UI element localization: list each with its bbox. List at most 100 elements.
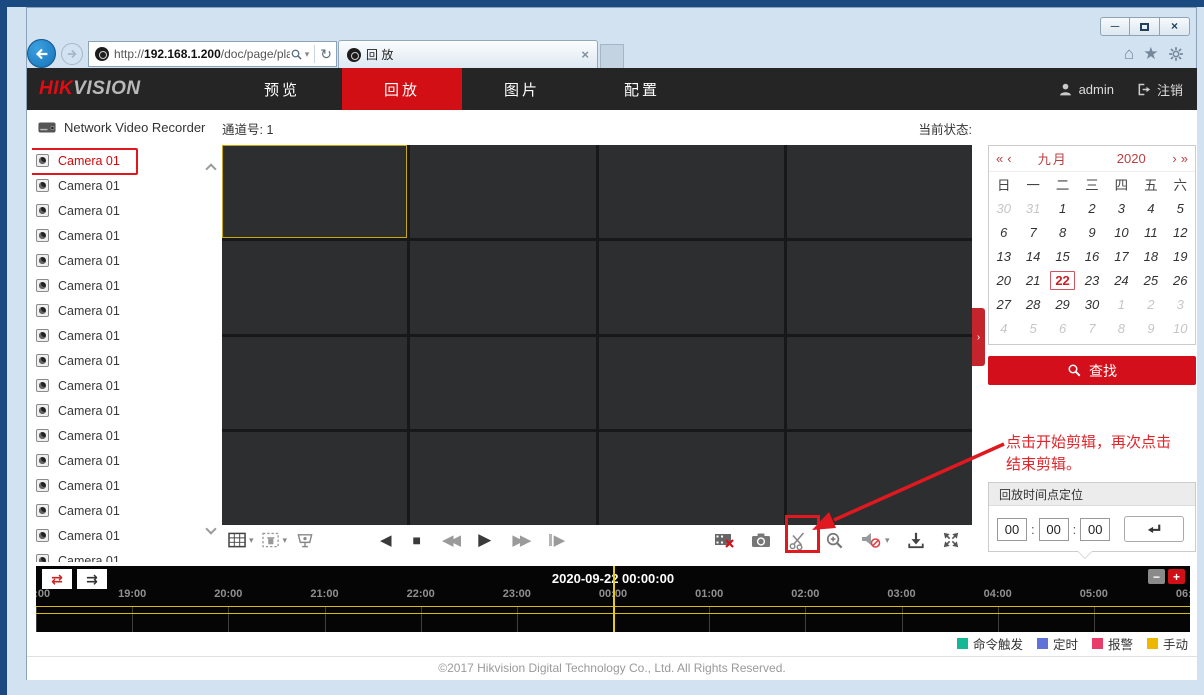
video-cell[interactable]: [599, 432, 784, 525]
calendar-day[interactable]: 11: [1136, 220, 1165, 244]
video-cell[interactable]: [787, 241, 972, 334]
forward-button[interactable]: [61, 43, 83, 65]
current-user[interactable]: admin: [1058, 82, 1114, 97]
calendar-day[interactable]: 28: [1018, 292, 1047, 316]
clip-scissors-button[interactable]: [788, 530, 808, 550]
frame-step-button[interactable]: ▶: [549, 531, 566, 549]
calendar-day[interactable]: 30: [1077, 292, 1106, 316]
nav-tab[interactable]: 图片: [462, 68, 582, 110]
browser-tab[interactable]: 回 放 ×: [338, 40, 598, 68]
video-cell[interactable]: [787, 337, 972, 430]
calendar-day[interactable]: 30: [989, 196, 1018, 220]
fisheye-button[interactable]: [295, 532, 315, 549]
tab-close-icon[interactable]: ×: [581, 47, 589, 62]
hour-input[interactable]: [997, 518, 1027, 541]
minute-input[interactable]: [1039, 518, 1069, 541]
calendar-day[interactable]: 2: [1136, 292, 1165, 316]
search-button[interactable]: 查找: [988, 356, 1196, 385]
camera-list-item[interactable]: Camera 01: [32, 248, 124, 273]
go-to-time-button[interactable]: [1124, 516, 1184, 542]
reverse-play-button[interactable]: ◀: [380, 531, 392, 549]
calendar-day[interactable]: 3: [1166, 292, 1195, 316]
camera-list-item[interactable]: Camera 01: [32, 398, 124, 423]
calendar-day[interactable]: 2: [1077, 196, 1106, 220]
video-cell[interactable]: [599, 241, 784, 334]
calendar-day[interactable]: 16: [1077, 244, 1106, 268]
minimize-button[interactable]: ─: [1100, 17, 1130, 36]
favorites-star-icon[interactable]: ★: [1143, 44, 1158, 64]
second-input[interactable]: [1080, 518, 1110, 541]
calendar-day[interactable]: 6: [989, 220, 1018, 244]
camera-list-item[interactable]: Camera 01: [32, 198, 124, 223]
camera-list-scroll-up[interactable]: [205, 160, 219, 174]
calendar-day[interactable]: 19: [1166, 244, 1195, 268]
prev-month-button[interactable]: ‹: [1007, 151, 1011, 166]
calendar-day[interactable]: 1: [1107, 292, 1136, 316]
camera-list-scroll-down[interactable]: [205, 524, 219, 538]
calendar-day[interactable]: 1: [1048, 196, 1077, 220]
capture-button[interactable]: [751, 532, 771, 548]
camera-list-item[interactable]: Camera 01: [32, 423, 124, 448]
calendar-day[interactable]: 20: [989, 268, 1018, 292]
address-bar[interactable]: http://192.168.1.200/doc/page/playbac ▾ …: [88, 41, 337, 67]
camera-list-item[interactable]: Camera 01: [32, 298, 124, 323]
logout-button[interactable]: 注销: [1136, 80, 1183, 99]
calendar-day[interactable]: 24: [1107, 268, 1136, 292]
back-button[interactable]: [27, 39, 56, 68]
calendar-day[interactable]: 23: [1077, 268, 1106, 292]
calendar-day[interactable]: 8: [1107, 316, 1136, 340]
camera-list-item[interactable]: Camera 01: [32, 373, 124, 398]
timeline[interactable]: 2020-09-22 00:00:00 18:0019:0020:0021:00…: [36, 566, 1190, 632]
calendar-day[interactable]: 17: [1107, 244, 1136, 268]
camera-list-item[interactable]: Camera 01: [32, 273, 124, 298]
sync-playback-toggle[interactable]: ⇄: [42, 569, 72, 589]
panel-expand-tab[interactable]: ›: [972, 308, 985, 366]
download-button[interactable]: [907, 531, 925, 549]
camera-list-item[interactable]: Camera 01: [32, 348, 124, 373]
timeline-zoom-out-button[interactable]: −: [1148, 569, 1165, 584]
camera-list-item[interactable]: Camera 01: [32, 473, 124, 498]
camera-list-item[interactable]: Camera 01: [32, 523, 124, 548]
video-cell[interactable]: [222, 241, 407, 334]
video-cell[interactable]: [599, 337, 784, 430]
settings-gear-icon[interactable]: [1168, 46, 1184, 62]
calendar-day[interactable]: 12: [1166, 220, 1195, 244]
calendar-day[interactable]: 21: [1018, 268, 1047, 292]
calendar-day[interactable]: 4: [1136, 196, 1165, 220]
video-cell[interactable]: [410, 241, 595, 334]
restore-button[interactable]: [1130, 17, 1160, 36]
url-text[interactable]: http://192.168.1.200/doc/page/playbac: [114, 47, 290, 61]
next-month-button[interactable]: ›: [1172, 151, 1176, 166]
video-cell[interactable]: [787, 432, 972, 525]
close-button[interactable]: ×: [1160, 17, 1190, 36]
prev-year-button[interactable]: «: [996, 151, 1003, 166]
camera-list-item[interactable]: Camera 01: [32, 173, 124, 198]
digital-zoom-button[interactable]: [825, 531, 844, 550]
calendar-day[interactable]: 22: [1048, 268, 1077, 292]
stop-button[interactable]: ■: [413, 532, 421, 548]
video-cell[interactable]: [410, 337, 595, 430]
audio-button[interactable]: ▾: [861, 531, 890, 549]
calendar-day[interactable]: 5: [1018, 316, 1047, 340]
calendar-day[interactable]: 31: [1018, 196, 1047, 220]
playhead-cursor[interactable]: [613, 566, 615, 632]
nav-tab[interactable]: 回放: [342, 68, 462, 110]
calendar-day[interactable]: 26: [1166, 268, 1195, 292]
video-cell-selected[interactable]: [222, 145, 407, 238]
calendar-day[interactable]: 14: [1018, 244, 1047, 268]
camera-list-item[interactable]: Camera 01: [32, 548, 124, 562]
camera-list-item[interactable]: Camera 01: [32, 448, 124, 473]
clear-selection-button[interactable]: ▾: [262, 532, 288, 549]
nav-tab[interactable]: 预览: [222, 68, 342, 110]
video-cell[interactable]: [599, 145, 784, 238]
camera-list-item[interactable]: Camera 01: [32, 498, 124, 523]
calendar-day[interactable]: 13: [989, 244, 1018, 268]
calendar-day[interactable]: 27: [989, 292, 1018, 316]
device-header[interactable]: Network Video Recorder: [38, 120, 205, 135]
search-icon[interactable]: [290, 48, 303, 61]
address-dropdown-icon[interactable]: ▾: [305, 49, 310, 60]
video-cell[interactable]: [787, 145, 972, 238]
camera-list-item[interactable]: Camera 01: [32, 323, 124, 348]
refresh-icon[interactable]: ↻: [320, 46, 332, 63]
play-button[interactable]: ▶: [478, 530, 491, 550]
